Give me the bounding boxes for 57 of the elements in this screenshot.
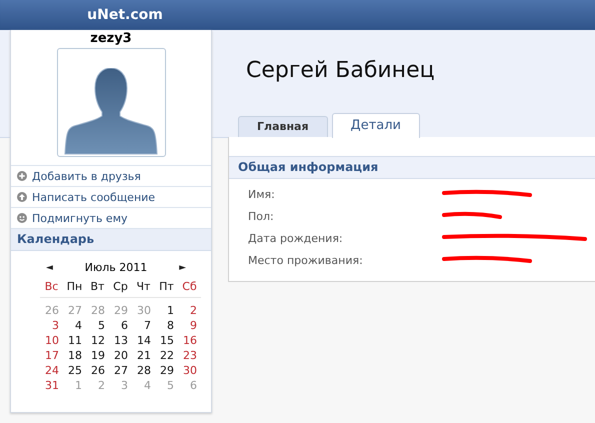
calendar-day[interactable]: 24 <box>40 363 63 378</box>
weekday-label: Сб <box>178 280 201 298</box>
calendar-day[interactable]: 17 <box>40 348 63 363</box>
calendar-day[interactable]: 13 <box>109 333 132 348</box>
calendar-day[interactable]: 1 <box>155 303 178 318</box>
calendar-day[interactable]: 28 <box>132 363 155 378</box>
up-arrow-icon <box>17 192 27 202</box>
calendar-day[interactable]: 12 <box>86 333 109 348</box>
smiley-icon <box>17 213 27 223</box>
calendar-day[interactable]: 25 <box>63 363 86 378</box>
calendar-day[interactable]: 21 <box>132 348 155 363</box>
person-silhouette-icon <box>62 68 160 156</box>
calendar-day[interactable]: 5 <box>86 318 109 333</box>
username: zezy3 <box>90 31 132 48</box>
action-link[interactable]: Добавить в друзья <box>11 165 211 186</box>
calendar-day[interactable]: 20 <box>109 348 132 363</box>
field-label: Пол: <box>247 210 275 222</box>
weekday-label: Чт <box>132 280 155 298</box>
calendar-day[interactable]: 11 <box>63 333 86 348</box>
calendar-day[interactable]: 4 <box>63 318 86 333</box>
field-label: Дата рождения: <box>247 232 344 244</box>
calendar-day[interactable]: 22 <box>155 348 178 363</box>
calendar-day[interactable]: 10 <box>40 333 63 348</box>
weekday-label: Вт <box>86 280 109 298</box>
calendar-day[interactable]: 29 <box>155 363 178 378</box>
calendar-day[interactable]: 18 <box>63 348 86 363</box>
calendar-day[interactable]: 16 <box>178 333 201 348</box>
calendar-day[interactable]: 23 <box>178 348 201 363</box>
previous-month-button[interactable]: ◄ <box>46 262 53 272</box>
profile-name: Сергей Бабинец <box>246 58 436 85</box>
calendar-day[interactable]: 31 <box>40 378 63 393</box>
weekday-label: Вс <box>40 280 63 298</box>
field-label: Место проживания: <box>247 254 364 266</box>
calendar-day[interactable]: 2 <box>178 303 201 318</box>
calendar-heading: Календарь <box>11 228 211 251</box>
weekday-label: Пн <box>63 280 86 298</box>
weekday-label: Пт <box>155 280 178 298</box>
calendar-day[interactable]: 26 <box>86 363 109 378</box>
calendar-day[interactable]: 8 <box>155 318 178 333</box>
month-title: Июль 2011 <box>84 261 148 274</box>
tab[interactable]: Детали <box>332 113 420 138</box>
calendar-day[interactable]: 3 <box>40 318 63 333</box>
calendar-day[interactable]: 27 <box>109 363 132 378</box>
calendar-day[interactable]: 30 <box>178 363 201 378</box>
calendar-day[interactable]: 14 <box>132 333 155 348</box>
calendar-day[interactable]: 9 <box>178 318 201 333</box>
calendar-day[interactable]: 19 <box>86 348 109 363</box>
weekday-label: Ср <box>109 280 132 298</box>
calendar-day[interactable]: 15 <box>155 333 178 348</box>
section-heading: Общая информация <box>229 156 595 179</box>
plus-icon <box>17 171 27 181</box>
calendar-day[interactable]: 7 <box>132 318 155 333</box>
tab[interactable]: Главная <box>238 116 328 137</box>
field-label: Имя: <box>247 188 276 200</box>
next-month-button[interactable]: ► <box>179 262 186 272</box>
calendar-day[interactable]: 6 <box>109 318 132 333</box>
action-link[interactable]: Написать сообщение <box>11 186 211 207</box>
